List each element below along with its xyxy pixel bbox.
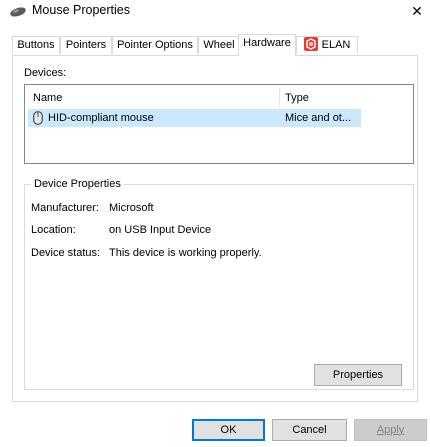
apply-button[interactable]: Apply bbox=[354, 419, 427, 441]
tab-label: Wheel bbox=[203, 39, 235, 51]
device-properties-title: Device Properties bbox=[31, 178, 124, 190]
cancel-button[interactable]: Cancel bbox=[272, 419, 347, 441]
tab-label: ELAN bbox=[321, 39, 351, 51]
manufacturer-value: Microsoft bbox=[109, 202, 154, 214]
device-status-value: This device is working properly. bbox=[109, 247, 262, 259]
ok-button[interactable]: OK bbox=[192, 419, 265, 441]
column-header-name[interactable]: Name bbox=[33, 92, 62, 104]
close-icon: ✕ bbox=[411, 2, 423, 19]
devices-label: Devices: bbox=[24, 67, 67, 79]
mouse-device-icon bbox=[33, 111, 43, 125]
device-properties-group bbox=[24, 184, 414, 390]
tab-label: Pointer Options bbox=[117, 39, 193, 51]
tab-buttons[interactable]: Buttons bbox=[12, 36, 60, 54]
tab-elan[interactable]: ELAN bbox=[296, 36, 358, 54]
tab-pointer-options[interactable]: Pointer Options bbox=[112, 36, 198, 54]
column-divider[interactable] bbox=[279, 88, 280, 108]
location-value: on USB Input Device bbox=[109, 224, 212, 236]
tab-pointers[interactable]: Pointers bbox=[60, 36, 112, 54]
window-title: Mouse Properties bbox=[32, 3, 130, 17]
device-status-label: Device status: bbox=[31, 247, 101, 259]
tab-label: Pointers bbox=[65, 39, 107, 51]
tab-hardware[interactable]: Hardware bbox=[238, 34, 296, 56]
properties-button[interactable]: Properties bbox=[314, 364, 402, 386]
mouse-icon bbox=[10, 7, 26, 17]
manufacturer-label: Manufacturer: bbox=[31, 202, 99, 214]
tab-strip: Buttons Pointers Pointer Options Wheel H… bbox=[12, 34, 418, 56]
device-name-cell: HID-compliant mouse bbox=[48, 112, 154, 124]
tab-label: Buttons bbox=[17, 39, 55, 51]
column-header-type[interactable]: Type bbox=[285, 92, 309, 104]
elan-icon bbox=[303, 37, 318, 51]
tab-wheel[interactable]: Wheel bbox=[198, 36, 240, 54]
tab-label: Hardware bbox=[243, 37, 291, 49]
device-type-cell: Mice and ot... bbox=[285, 112, 352, 124]
location-label: Location: bbox=[31, 224, 76, 236]
close-button[interactable]: ✕ bbox=[404, 0, 430, 22]
